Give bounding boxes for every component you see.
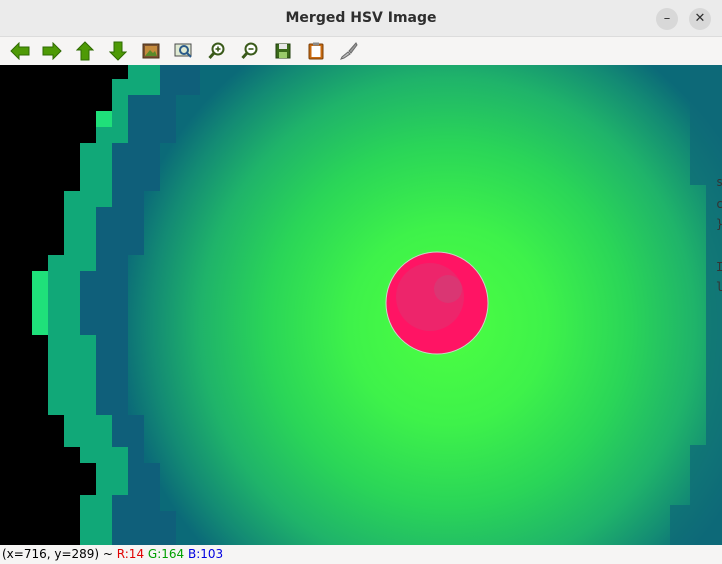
status-bar: (x=716, y=289) ~ R:14 G:164 B:103 <box>0 545 722 564</box>
minimize-button[interactable]: – <box>656 8 678 30</box>
close-button[interactable]: ✕ <box>689 8 711 30</box>
zoom-out-button[interactable] <box>238 39 262 63</box>
zoom-fit-button[interactable] <box>172 39 196 63</box>
arrow-down-icon <box>109 41 127 61</box>
brush-icon <box>340 42 358 60</box>
background-text-fragment: l <box>716 280 722 294</box>
save-icon <box>275 43 291 59</box>
background-text-fragment: } <box>716 217 722 231</box>
properties-button[interactable] <box>337 39 361 63</box>
zoom-fit-icon <box>174 43 192 58</box>
background-text-fragment: I <box>716 260 722 274</box>
arrow-right-icon <box>42 42 62 60</box>
pixel-green-value: G:164 <box>147 547 185 561</box>
pan-down-button[interactable] <box>106 39 130 63</box>
background-text-fragment: c <box>716 197 722 211</box>
clipboard-icon <box>308 42 324 60</box>
zoom-in-icon <box>208 42 225 60</box>
window-title: Merged HSV Image <box>285 10 437 26</box>
image-canvas[interactable]: s c } I l <box>0 65 722 545</box>
save-button[interactable] <box>271 39 295 63</box>
hsv-image <box>0 65 722 545</box>
pixel-red-value: R:14 <box>116 547 145 561</box>
background-text-fragment: s <box>716 175 722 189</box>
pan-left-button[interactable] <box>8 39 32 63</box>
image-viewer-window: Merged HSV Image – ✕ s c I l (x=716, y=2… <box>0 0 722 564</box>
copy-button[interactable] <box>304 39 328 63</box>
arrow-left-icon <box>10 42 30 60</box>
zoom-in-button[interactable] <box>205 39 229 63</box>
pan-up-button[interactable] <box>73 39 97 63</box>
zoom-out-icon <box>241 42 258 60</box>
arrow-up-icon <box>76 41 94 61</box>
pan-right-button[interactable] <box>40 39 64 63</box>
cursor-coordinates: (x=716, y=289) ~ <box>2 547 117 561</box>
zoom-original-button[interactable] <box>139 39 163 63</box>
pixel-blue-value: B:103 <box>187 547 224 561</box>
toolbar <box>0 37 722 65</box>
image-icon <box>142 43 160 59</box>
title-bar[interactable]: Merged HSV Image – ✕ <box>0 0 722 37</box>
